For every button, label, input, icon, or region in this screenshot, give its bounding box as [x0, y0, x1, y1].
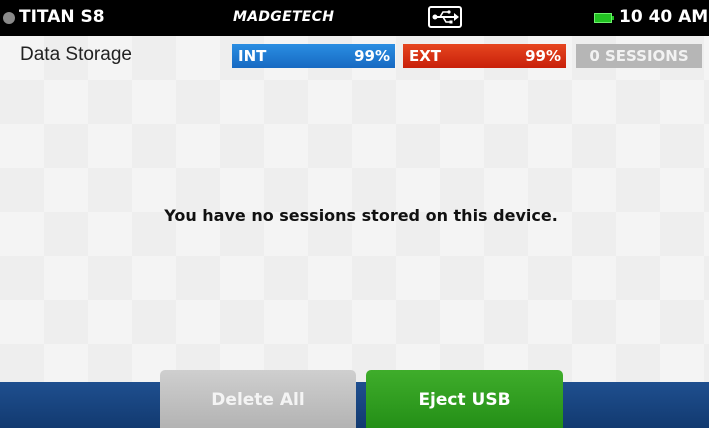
- sessions-count-badge: 0 SESSIONS: [576, 44, 702, 68]
- empty-sessions-message: You have no sessions stored on this devi…: [164, 206, 558, 225]
- device-screen: TITAN S8 MADGETECH 10 40 AM Data Storage…: [0, 0, 709, 428]
- delete-all-button[interactable]: Delete All: [160, 370, 356, 428]
- device-name: TITAN S8: [19, 7, 105, 27]
- internal-storage-label: INT: [238, 47, 267, 65]
- eject-usb-button[interactable]: Eject USB: [366, 370, 563, 428]
- internal-storage-bar: INT 99%: [232, 44, 395, 68]
- device-status-dot-icon: [3, 12, 15, 24]
- page-title: Data Storage: [20, 44, 132, 65]
- brand-logo: MADGETECH: [233, 9, 335, 25]
- battery-tip: [612, 16, 614, 20]
- external-storage-bar: EXT 99%: [403, 44, 566, 68]
- external-storage-label: EXT: [409, 47, 442, 65]
- external-storage-percent: 99%: [525, 47, 561, 65]
- internal-storage-percent: 99%: [354, 47, 390, 65]
- battery-body: [594, 13, 612, 23]
- status-bar: TITAN S8 MADGETECH 10 40 AM: [0, 0, 709, 36]
- battery-icon: [594, 13, 614, 23]
- clock: 10 40 AM: [619, 7, 709, 27]
- usb-icon[interactable]: [428, 6, 462, 28]
- data-storage-panel: Data Storage INT 99% EXT 99% 0 SESSIONS …: [0, 36, 709, 382]
